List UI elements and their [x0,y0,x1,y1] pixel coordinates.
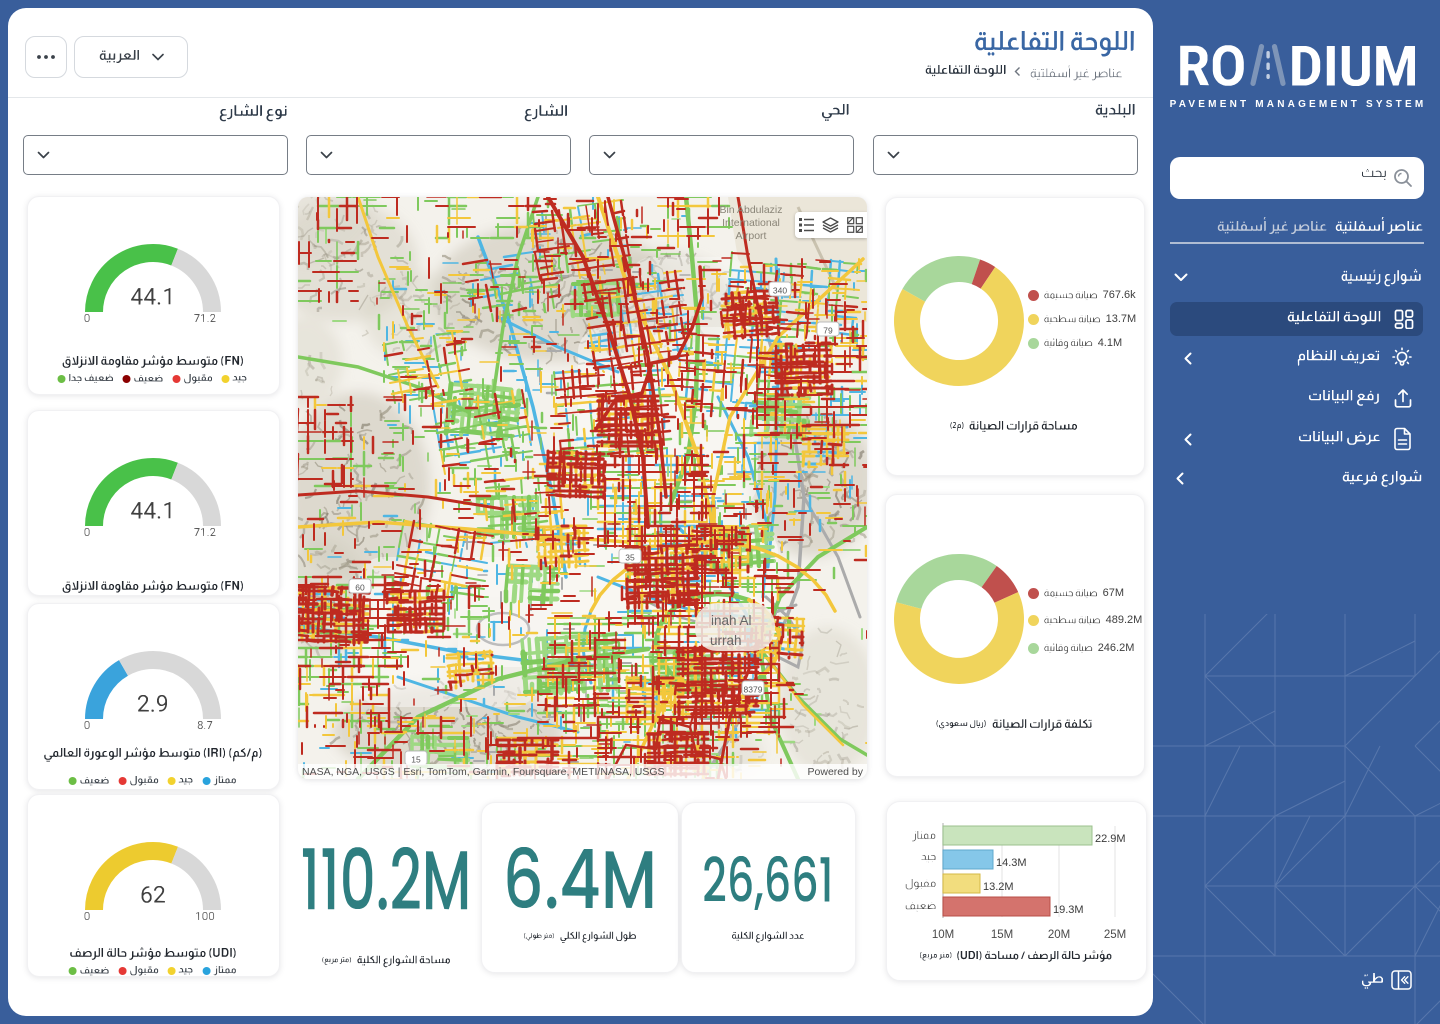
svg-text:8379: 8379 [744,685,763,695]
svg-text:inah Al: inah Al [711,613,752,628]
svg-text:Powered by: Powered by [808,766,864,778]
svg-text:79: 79 [823,326,833,336]
svg-text:60: 60 [355,583,365,593]
svg-text:35: 35 [625,553,635,563]
svg-text:Airport: Airport [736,230,767,242]
svg-text:International: International [722,217,780,229]
svg-text:340: 340 [773,286,787,296]
svg-text:urrah: urrah [710,633,742,648]
svg-text:NASA, NGA, USGS | Esri, TomTom: NASA, NGA, USGS | Esri, TomTom, Garmin, … [302,766,665,778]
svg-text:Bin Abdulaziz: Bin Abdulaziz [719,204,782,216]
svg-text:15: 15 [411,755,421,765]
